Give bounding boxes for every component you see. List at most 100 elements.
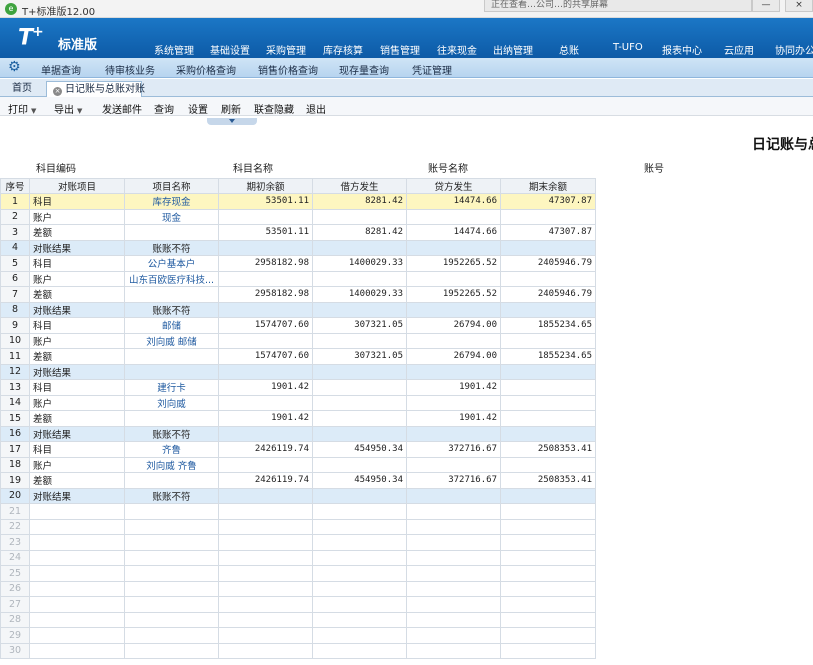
row-seq[interactable]: 20 (0, 487, 30, 504)
row-item[interactable]: 科目 (29, 441, 125, 458)
table-row[interactable]: 8 对账结果 账账不符 (0, 301, 596, 318)
row-close[interactable] (500, 332, 596, 349)
row-credit[interactable] (406, 580, 501, 597)
col-header-close[interactable]: 期末余额 (500, 178, 596, 194)
row-item[interactable]: 账户 (29, 456, 125, 473)
row-close[interactable]: 47307.87 (500, 224, 596, 241)
row-debit[interactable] (312, 410, 407, 427)
row-seq[interactable]: 4 (0, 239, 30, 256)
row-close[interactable] (500, 627, 596, 644)
row-debit[interactable] (312, 456, 407, 473)
row-seq[interactable]: 8 (0, 301, 30, 318)
module-ledger[interactable]: 总账 (559, 42, 579, 57)
row-open[interactable] (218, 596, 313, 613)
row-debit[interactable] (312, 642, 407, 659)
exit-button[interactable]: 退出 (306, 101, 326, 116)
row-close[interactable] (500, 379, 596, 396)
row-credit[interactable] (406, 487, 501, 504)
col-header-debit[interactable]: 借方发生 (312, 178, 407, 194)
table-row[interactable]: 29 (0, 627, 596, 644)
row-seq[interactable]: 5 (0, 255, 30, 272)
row-item[interactable]: 对账结果 (29, 363, 125, 380)
table-row[interactable]: 28 (0, 611, 596, 628)
row-seq[interactable]: 15 (0, 410, 30, 427)
module-office[interactable]: 协同办公 (775, 42, 813, 57)
row-item[interactable]: 差额 (29, 286, 125, 303)
row-debit[interactable] (312, 394, 407, 411)
row-open[interactable] (218, 239, 313, 256)
row-credit[interactable] (406, 596, 501, 613)
row-open[interactable]: 2426119.74 (218, 472, 313, 489)
row-item[interactable] (29, 565, 125, 582)
module-cloud[interactable]: 云应用 (724, 42, 754, 57)
module-basic-settings[interactable]: 基础设置 (210, 42, 250, 57)
row-item[interactable] (29, 503, 125, 520)
row-item[interactable]: 科目 (29, 379, 125, 396)
row-seq[interactable]: 2 (0, 208, 30, 225)
gear-icon[interactable]: ⚙ (8, 60, 22, 74)
row-seq[interactable]: 29 (0, 627, 30, 644)
row-name[interactable]: 刘向威 邮储 (124, 332, 219, 349)
row-name[interactable]: 刘向威 (124, 394, 219, 411)
row-credit[interactable]: 1901.42 (406, 410, 501, 427)
row-debit[interactable]: 454950.34 (312, 441, 407, 458)
row-credit[interactable] (406, 425, 501, 442)
row-close[interactable]: 1855234.65 (500, 348, 596, 365)
row-close[interactable] (500, 208, 596, 225)
row-seq[interactable]: 24 (0, 549, 30, 566)
row-credit[interactable] (406, 503, 501, 520)
row-item[interactable]: 对账结果 (29, 425, 125, 442)
row-close[interactable] (500, 487, 596, 504)
row-credit[interactable]: 372716.67 (406, 472, 501, 489)
table-row[interactable]: 4 对账结果 账账不符 (0, 239, 596, 256)
row-close[interactable] (500, 596, 596, 613)
row-credit[interactable]: 26794.00 (406, 348, 501, 365)
row-open[interactable] (218, 518, 313, 535)
row-item[interactable]: 科目 (29, 193, 125, 210)
table-row[interactable]: 19 差额 2426119.74 454950.34 372716.67 2508353.… (0, 472, 596, 489)
row-debit[interactable] (312, 580, 407, 597)
row-name[interactable] (124, 518, 219, 535)
row-item[interactable]: 对账结果 (29, 301, 125, 318)
row-close[interactable] (500, 642, 596, 659)
row-name[interactable] (124, 503, 219, 520)
table-row[interactable]: 24 (0, 549, 596, 566)
row-close[interactable] (500, 549, 596, 566)
table-row[interactable]: 9 科目 邮储 1574707.60 307321.05 26794.00 1855234.… (0, 317, 596, 334)
row-debit[interactable] (312, 425, 407, 442)
row-debit[interactable] (312, 611, 407, 628)
row-item[interactable]: 账户 (29, 332, 125, 349)
module-purchase[interactable]: 采购管理 (266, 42, 306, 57)
row-open[interactable]: 53501.11 (218, 193, 313, 210)
row-debit[interactable] (312, 332, 407, 349)
row-name[interactable]: 邮储 (124, 317, 219, 334)
row-name[interactable] (124, 534, 219, 551)
row-name[interactable]: 账账不符 (124, 301, 219, 318)
table-row[interactable]: 27 (0, 596, 596, 613)
subnav-purchase-price[interactable]: 采购价格查询 (176, 62, 236, 77)
row-close[interactable] (500, 270, 596, 287)
row-seq[interactable]: 1 (0, 193, 30, 210)
row-open[interactable]: 53501.11 (218, 224, 313, 241)
row-open[interactable] (218, 549, 313, 566)
col-header-name[interactable]: 项目名称 (124, 178, 219, 194)
row-seq[interactable]: 28 (0, 611, 30, 628)
grid-container[interactable]: 序号 对账项目 项目名称 期初余额 借方发生 贷方发生 期末余额 1 科目 库存现金… (0, 178, 813, 665)
row-close[interactable] (500, 565, 596, 582)
row-close[interactable] (500, 518, 596, 535)
row-open[interactable]: 2958182.98 (218, 286, 313, 303)
row-seq[interactable]: 12 (0, 363, 30, 380)
row-name[interactable] (124, 472, 219, 489)
row-name[interactable]: 公户基本户 (124, 255, 219, 272)
row-open[interactable] (218, 627, 313, 644)
table-row[interactable]: 25 (0, 565, 596, 582)
row-close[interactable] (500, 410, 596, 427)
refresh-button[interactable]: 刷新 (221, 101, 241, 116)
table-row[interactable]: 1 科目 库存现金 53501.11 8281.42 14474.66 47307.87 (0, 193, 596, 210)
row-close[interactable] (500, 239, 596, 256)
row-close[interactable] (500, 425, 596, 442)
close-button[interactable]: × (785, 0, 813, 12)
module-cash[interactable]: 往来现金 (437, 42, 477, 57)
col-header-credit[interactable]: 贷方发生 (406, 178, 501, 194)
row-seq[interactable]: 25 (0, 565, 30, 582)
